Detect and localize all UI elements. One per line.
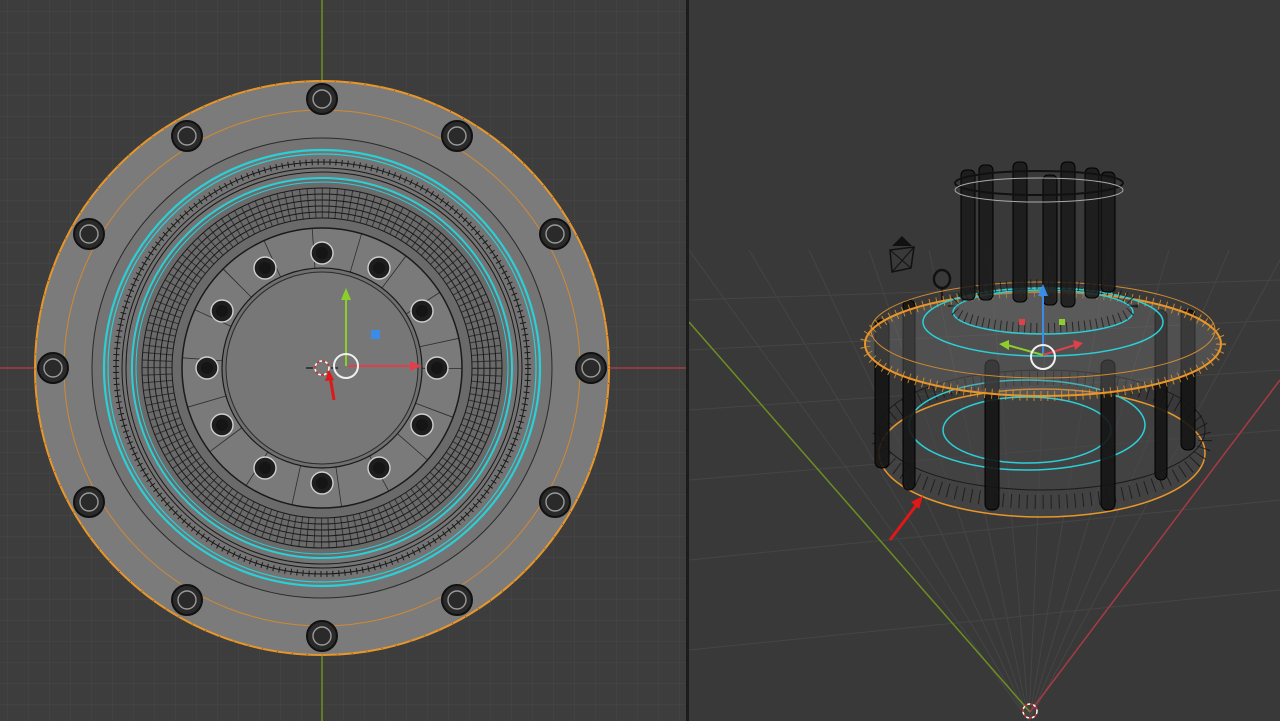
viewport-top-canvas[interactable]	[0, 0, 686, 721]
mesh-flange-top-view[interactable]	[34, 80, 610, 656]
viewport-top-ortho[interactable]	[0, 0, 686, 721]
viewport-user-perspective[interactable]	[689, 0, 1280, 721]
viewport-perspective-canvas[interactable]	[689, 0, 1280, 721]
